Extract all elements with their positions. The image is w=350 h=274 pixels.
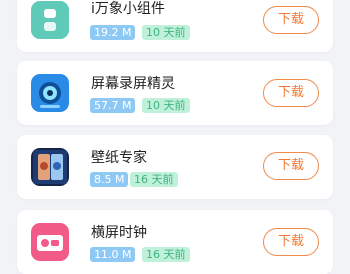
screen-record-camera-icon [31,74,69,112]
landscape-clock-icon [31,223,69,261]
app-card[interactable]: 横屏时钟 11.0 M 16 天前 下载 [17,210,333,274]
date-badge: 10 天前 [142,98,190,113]
app-title: 横屏时钟 [91,225,147,241]
app-title: 屏幕录屏精灵 [91,76,175,92]
date-badge: 16 天前 [142,247,190,262]
app-title: 壁纸专家 [91,150,147,166]
date-badge: 16 天前 [130,172,178,187]
download-button[interactable]: 下载 [263,79,319,107]
size-badge: 19.2 M [90,25,136,40]
size-badge: 11.0 M [90,247,136,262]
wallpaper-icon [31,148,69,186]
size-badge: 57.7 M [90,98,136,113]
download-button[interactable]: 下载 [263,6,319,34]
download-button[interactable]: 下载 [263,228,319,256]
app-card[interactable]: 屏幕录屏精灵 57.7 M 10 天前 下载 [17,61,333,125]
app-card[interactable]: 壁纸专家 8.5 M 16 天前 下载 [17,135,333,199]
app-title: i万象小组件 [91,1,165,17]
date-badge: 10 天前 [142,25,190,40]
app-card[interactable]: i万象小组件 19.2 M 10 天前 下载 [17,0,333,52]
size-badge: 8.5 M [90,172,129,187]
widget-grid-icon [31,1,69,39]
download-button[interactable]: 下载 [263,152,319,180]
